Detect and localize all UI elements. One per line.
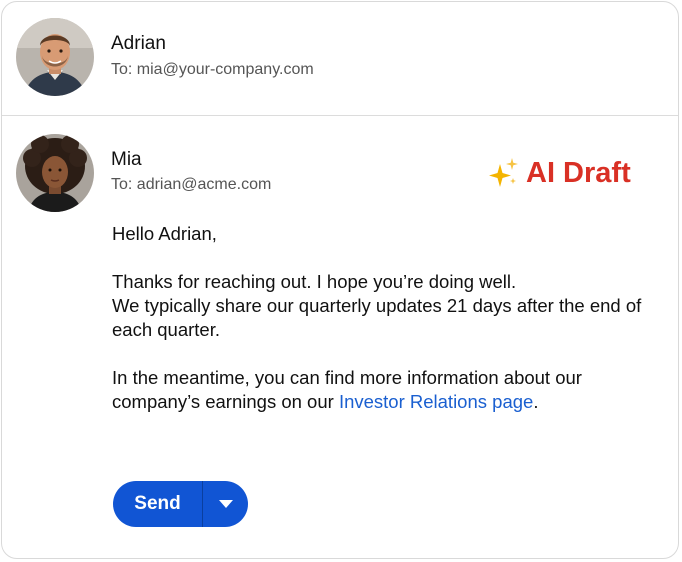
paragraph-2-end: .	[533, 391, 539, 412]
incoming-recipient: To: mia@your-company.com	[111, 61, 314, 78]
paragraph-1-line-2: We typically share our quarterly updates…	[112, 295, 642, 340]
reply-body[interactable]: Hello Adrian, Thanks for reaching out. I…	[112, 222, 672, 438]
paragraph-2: In the meantime, you can find more infor…	[112, 366, 672, 414]
reply-recipient: To: adrian@acme.com	[111, 176, 272, 193]
sparkles-icon	[489, 158, 518, 187]
paragraph-1: Thanks for reaching out. I hope you’re d…	[112, 270, 672, 342]
paragraph-1-line-1: Thanks for reaching out. I hope you’re d…	[112, 271, 517, 292]
send-button-group: Send	[113, 481, 248, 527]
send-options-button[interactable]	[203, 481, 248, 527]
ai-draft-badge: AI Draft	[486, 156, 631, 190]
reply-sender-name: Mia	[111, 149, 142, 170]
greeting: Hello Adrian,	[112, 223, 217, 244]
adrian-avatar	[16, 18, 94, 96]
mia-avatar	[16, 134, 94, 212]
investor-relations-link[interactable]: Investor Relations page	[339, 391, 533, 412]
ai-draft-label: AI Draft	[526, 156, 631, 189]
incoming-message-header: Adrian To: mia@your-company.com	[2, 2, 678, 116]
email-thread-card: Adrian To: mia@your-company.com Mia To: …	[1, 1, 679, 559]
caret-down-icon	[218, 500, 233, 508]
incoming-sender-name: Adrian	[111, 33, 166, 54]
send-button[interactable]: Send	[113, 481, 203, 527]
